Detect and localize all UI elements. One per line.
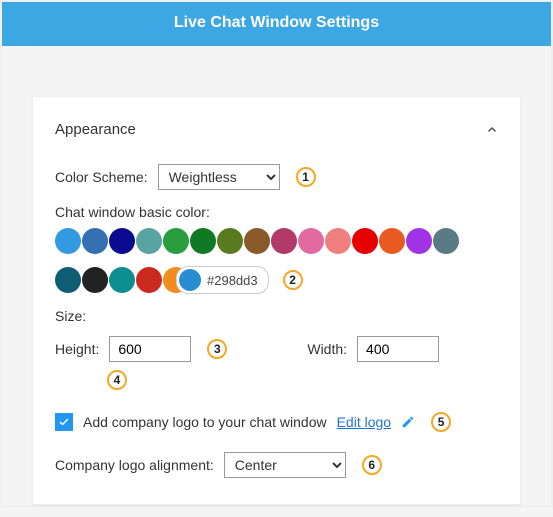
width-label: Width: xyxy=(307,341,347,357)
color-swatch[interactable] xyxy=(379,228,405,254)
chevron-up-icon xyxy=(486,124,498,136)
dimensions-row: Height: 3 Width: xyxy=(55,336,498,362)
color-swatches: #298dd3 2 xyxy=(55,228,498,294)
color-swatch[interactable] xyxy=(190,228,216,254)
basic-color-label: Chat window basic color: xyxy=(55,204,498,220)
color-swatch[interactable] xyxy=(136,267,162,293)
color-swatch[interactable] xyxy=(109,228,135,254)
color-swatch[interactable] xyxy=(55,228,81,254)
edit-logo-link[interactable]: Edit logo xyxy=(337,414,391,430)
add-logo-checkbox[interactable] xyxy=(55,413,73,431)
color-swatch[interactable] xyxy=(433,228,459,254)
color-swatch[interactable] xyxy=(55,267,81,293)
logo-row: Add company logo to your chat window Edi… xyxy=(55,412,498,432)
height-input[interactable] xyxy=(109,336,191,362)
pencil-icon[interactable] xyxy=(401,415,415,429)
annotation-4: 4 xyxy=(107,370,127,390)
color-swatch[interactable] xyxy=(271,228,297,254)
annotation-2: 2 xyxy=(283,270,303,290)
color-swatch[interactable] xyxy=(163,228,189,254)
alignment-row: Company logo alignment: Center 6 xyxy=(55,452,498,478)
height-label: Height: xyxy=(55,341,99,357)
color-swatch[interactable] xyxy=(217,228,243,254)
selected-color-hex: #298dd3 xyxy=(207,273,258,288)
section-header[interactable]: Appearance xyxy=(55,121,498,138)
width-input[interactable] xyxy=(357,336,439,362)
color-swatch[interactable] xyxy=(325,228,351,254)
annotation-3: 3 xyxy=(207,339,227,359)
color-swatch[interactable] xyxy=(298,228,324,254)
size-label: Size: xyxy=(55,308,498,324)
color-scheme-label: Color Scheme: xyxy=(55,169,148,185)
annotation-1: 1 xyxy=(296,167,316,187)
appearance-card: Appearance Color Scheme: Weightless 1 Ch… xyxy=(32,96,521,505)
add-logo-label: Add company logo to your chat window xyxy=(83,414,327,430)
color-scheme-row: Color Scheme: Weightless 1 xyxy=(55,164,498,190)
selected-color-pill[interactable]: #298dd3 xyxy=(176,266,269,294)
section-title: Appearance xyxy=(55,121,136,138)
color-swatch[interactable] xyxy=(244,228,270,254)
color-swatch[interactable] xyxy=(406,228,432,254)
annotation-5: 5 xyxy=(431,412,451,432)
color-swatch[interactable] xyxy=(82,267,108,293)
color-swatch[interactable] xyxy=(352,228,378,254)
page-title: Live Chat Window Settings xyxy=(174,14,379,31)
alignment-select[interactable]: Center xyxy=(224,452,346,478)
annotation-6: 6 xyxy=(362,455,382,475)
color-swatch[interactable] xyxy=(109,267,135,293)
color-swatch[interactable] xyxy=(136,228,162,254)
alignment-label: Company logo alignment: xyxy=(55,457,214,473)
color-swatch[interactable] xyxy=(179,269,201,291)
color-scheme-select[interactable]: Weightless xyxy=(158,164,280,190)
color-swatch[interactable] xyxy=(82,228,108,254)
page-title-bar: Live Chat Window Settings xyxy=(2,2,551,46)
